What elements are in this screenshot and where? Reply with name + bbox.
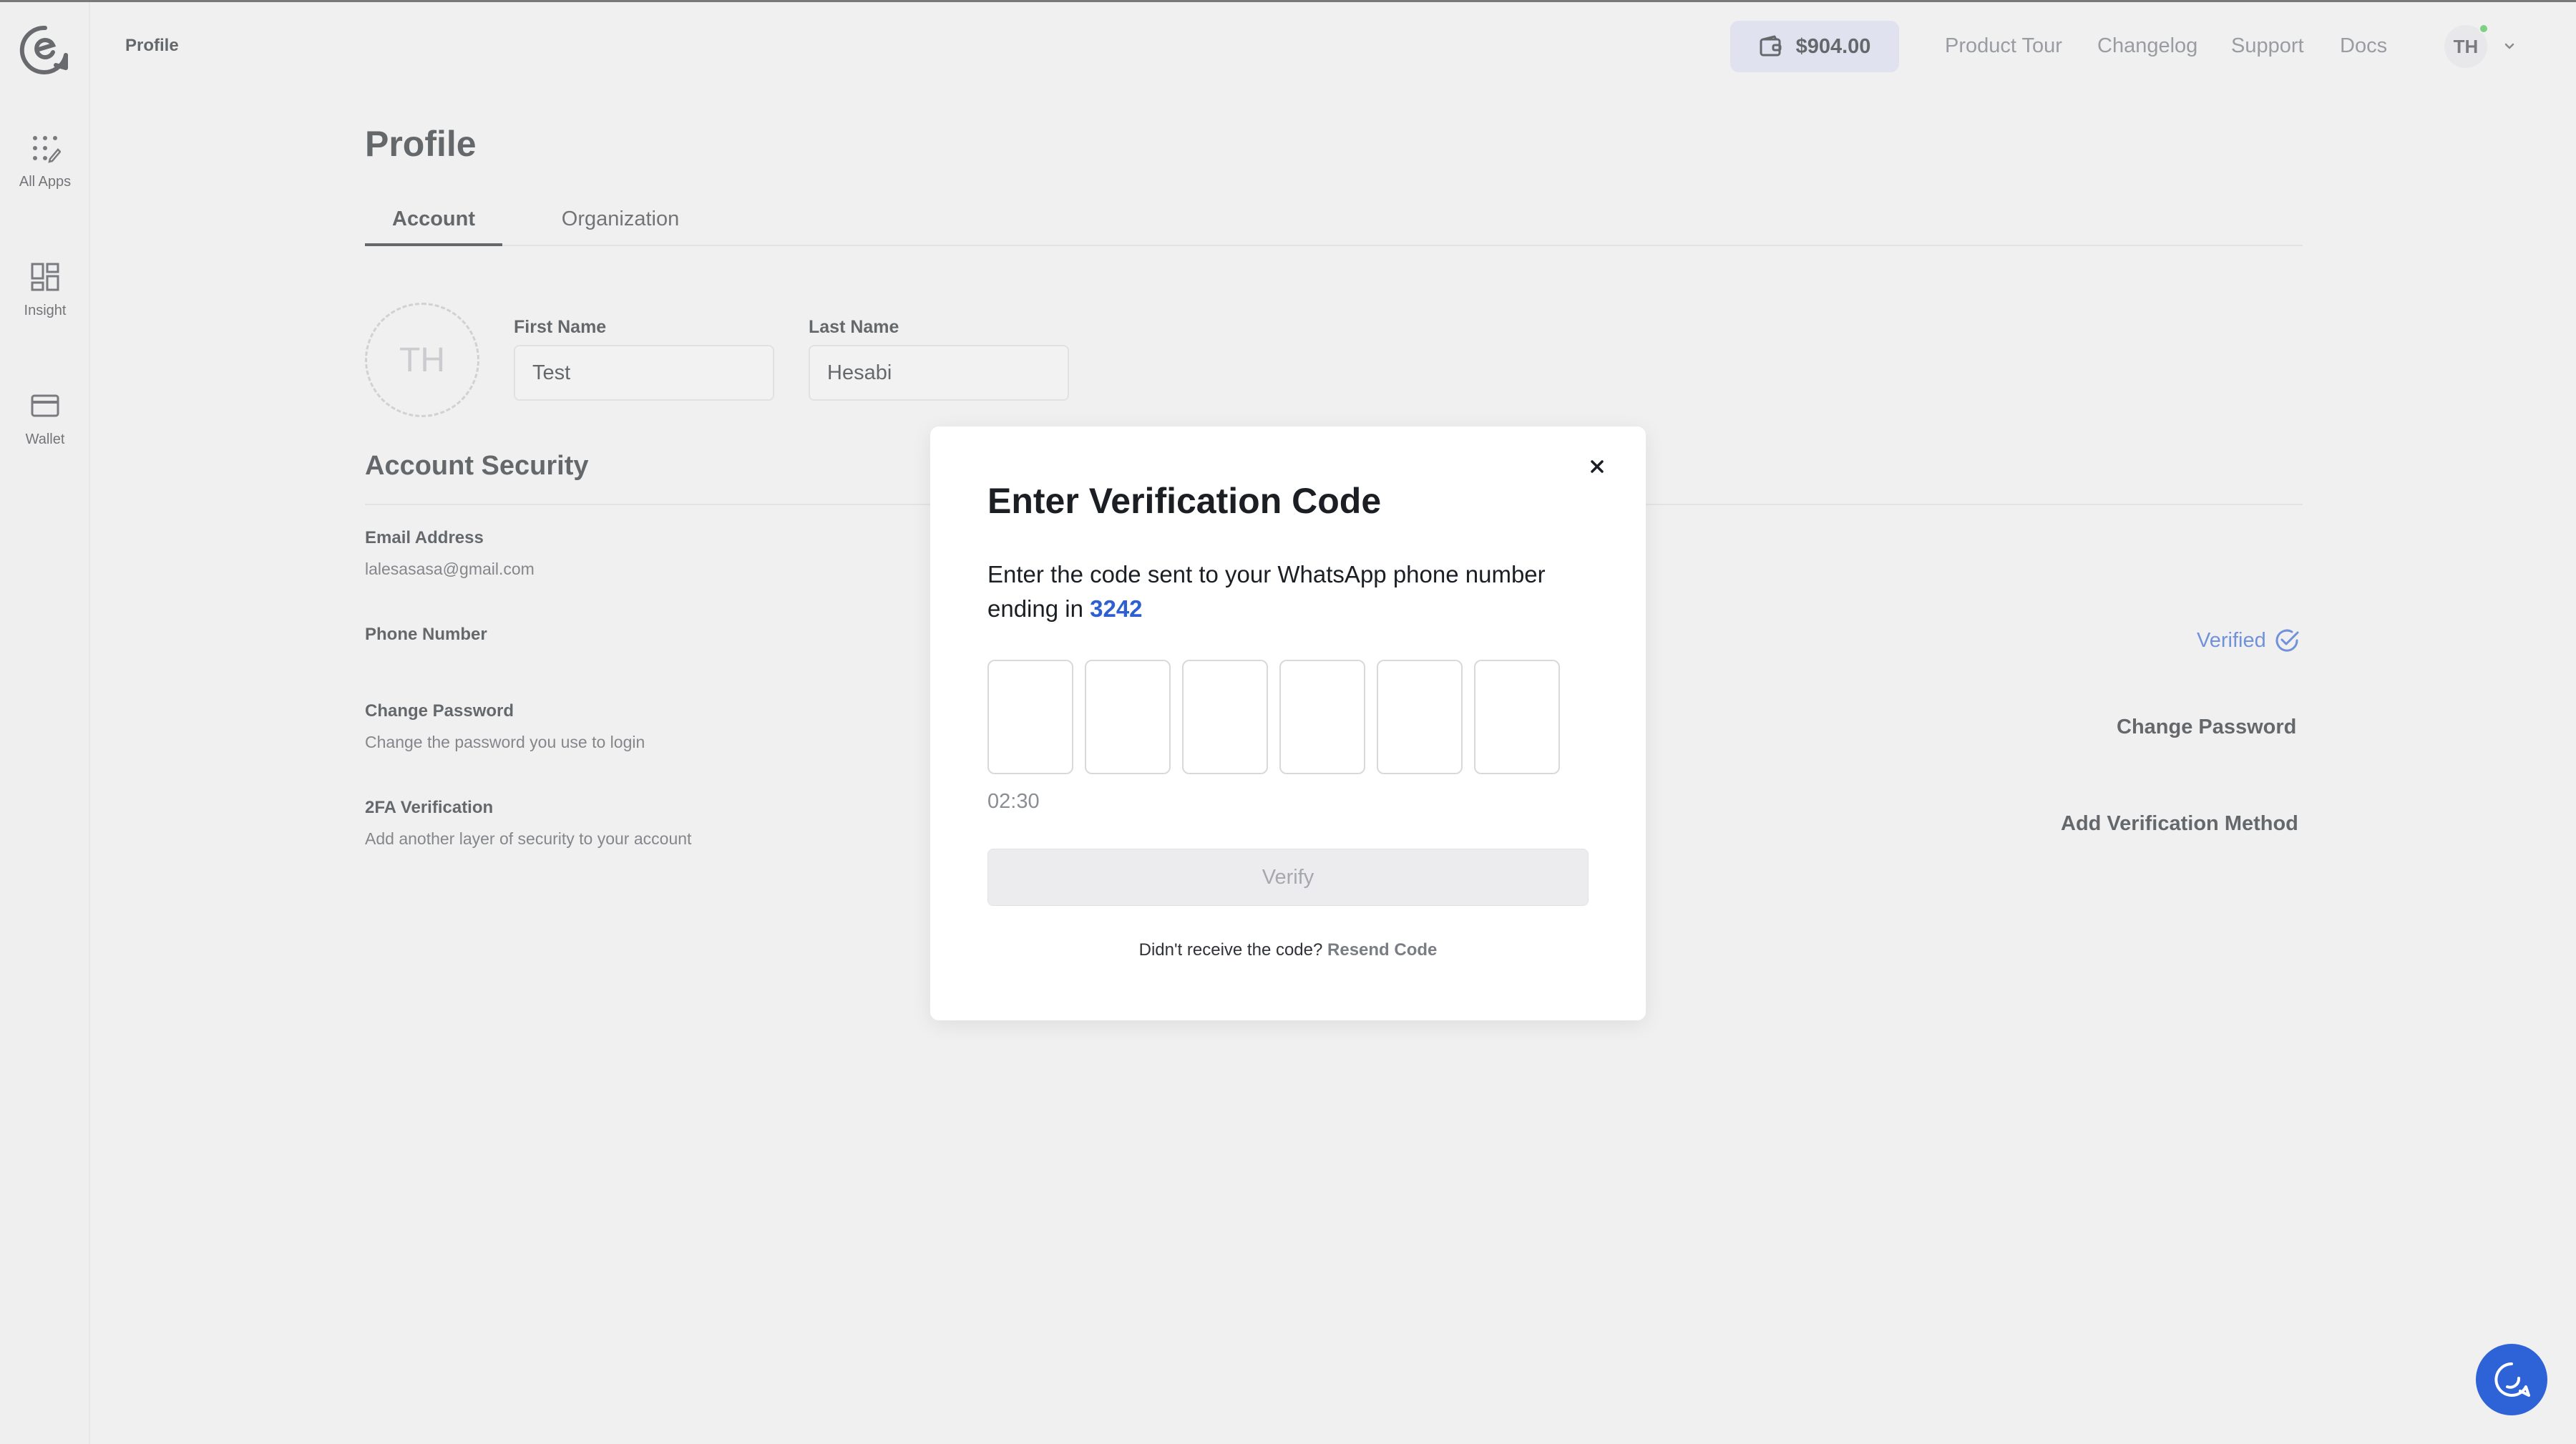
close-icon[interactable] — [1586, 455, 1609, 478]
otp-digit-input[interactable] — [1474, 660, 1560, 774]
resend-row: Didn't receive the code? Resend Code — [930, 940, 1646, 960]
resend-code-link[interactable]: Resend Code — [1327, 940, 1437, 960]
verification-modal: Enter Verification Code Enter the code s… — [930, 426, 1646, 1020]
verify-button[interactable]: Verify — [987, 849, 1589, 906]
phone-last-digits: 3242 — [1090, 595, 1143, 622]
otp-digit-input[interactable] — [987, 660, 1073, 774]
otp-digit-input[interactable] — [1279, 660, 1365, 774]
modal-desc-text: Enter the code sent to your WhatsApp pho… — [987, 561, 1546, 622]
otp-digit-input[interactable] — [1182, 660, 1268, 774]
chat-bubble-icon — [2494, 1362, 2530, 1397]
chat-button[interactable] — [2476, 1344, 2547, 1415]
otp-digit-input[interactable] — [1085, 660, 1171, 774]
modal-description: Enter the code sent to your WhatsApp pho… — [987, 557, 1603, 626]
modal-title: Enter Verification Code — [987, 481, 1382, 521]
resend-prompt: Didn't receive the code? — [1138, 940, 1323, 960]
otp-digit-input[interactable] — [1377, 660, 1463, 774]
countdown-timer: 02:30 — [987, 790, 1040, 813]
